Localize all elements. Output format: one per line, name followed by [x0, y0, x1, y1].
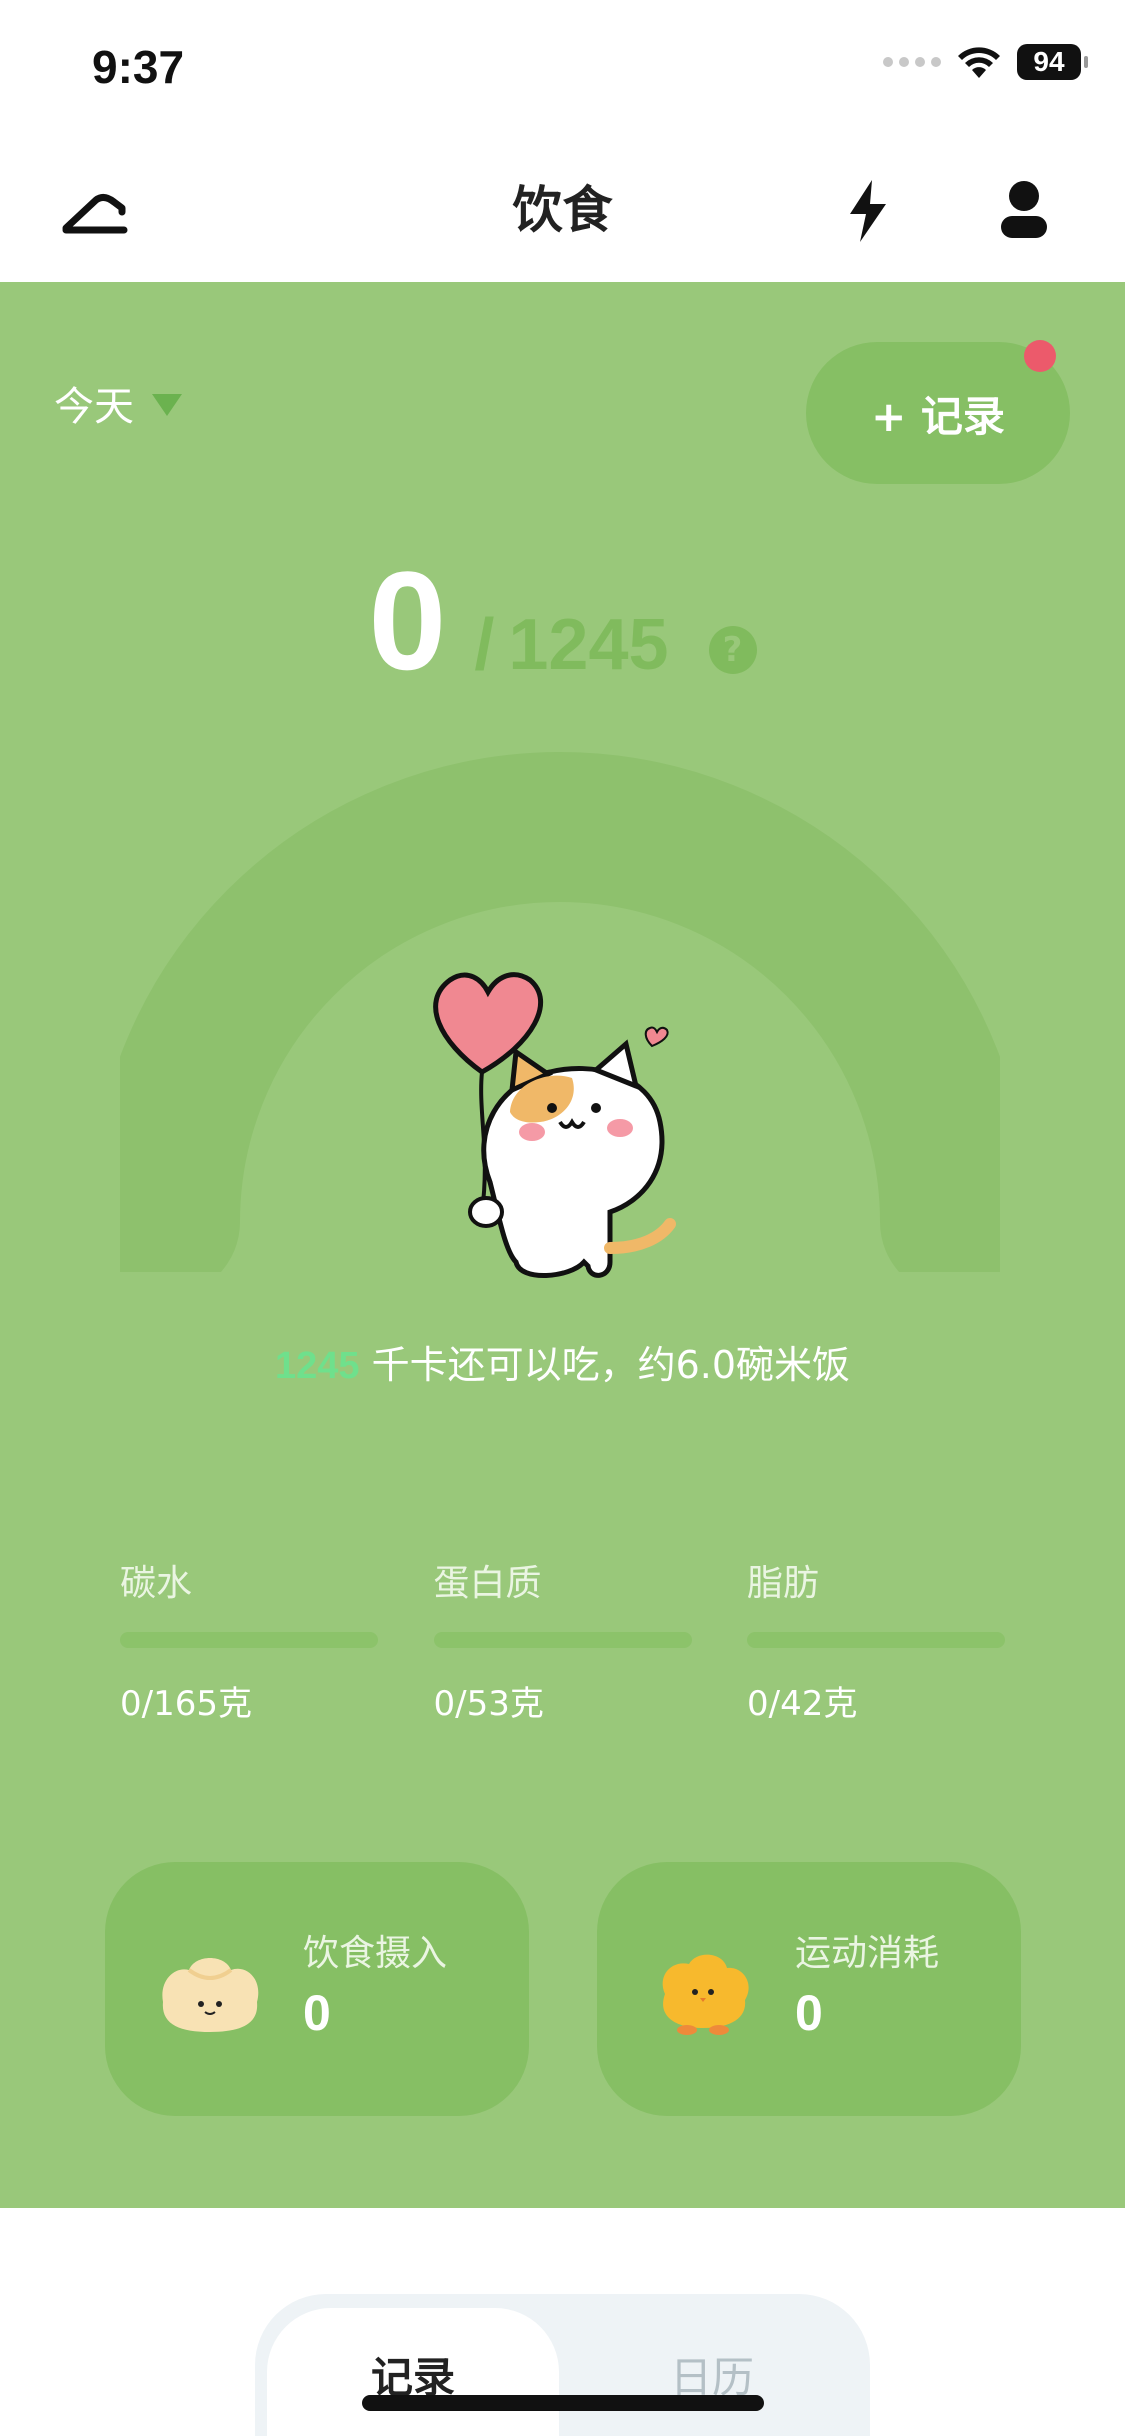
- status-bar: 9:37 94: [0, 0, 1125, 140]
- cat-balloon-illustration: [433, 972, 676, 1278]
- calorie-goal: 1245: [508, 605, 669, 685]
- macro-label: 脂肪: [747, 1563, 820, 1604]
- home-indicator: [362, 2395, 764, 2411]
- lightning-icon[interactable]: [838, 170, 898, 250]
- chick-icon: [662, 1954, 749, 2035]
- macro-progress-bar: [747, 1632, 1005, 1648]
- macro-fat: 脂肪 0/42克: [747, 1554, 1005, 1725]
- remaining-calories-description: 千卡还可以吃，约6.0碗米饭: [371, 1343, 851, 1387]
- wifi-icon: [958, 47, 1000, 78]
- user-profile-icon[interactable]: [994, 170, 1054, 250]
- exercise-burn-value: 0: [795, 1985, 823, 2041]
- food-intake-label: 饮食摄入: [303, 1933, 448, 1974]
- notification-dot: [1024, 340, 1056, 372]
- macro-value: 0/42克: [747, 1684, 858, 1724]
- calorie-panel: 今天 + 记录 0 / 1245 ? 1245 千卡还可以吃，约6.0碗米饭 碳…: [0, 282, 1125, 2208]
- tab-calendar[interactable]: 日历: [566, 2308, 858, 2436]
- macro-label: 蛋白质: [433, 1563, 542, 1604]
- calorie-summary: 0 / 1245 ?: [0, 540, 1125, 702]
- macros-row: 碳水 0/165克 蛋白质 0/53克 脂肪 0/42克: [120, 1554, 1005, 1725]
- status-indicators: 94: [883, 44, 1088, 80]
- macro-progress-bar: [120, 1632, 378, 1648]
- dumpling-icon: [162, 1958, 259, 2032]
- page-title: 饮食: [512, 181, 613, 239]
- remaining-calories-text: 1245 千卡还可以吃，约6.0碗米饭: [0, 1334, 1125, 1389]
- dropdown-triangle-icon: [152, 394, 182, 416]
- macro-protein: 蛋白质 0/53克: [433, 1554, 692, 1725]
- battery-indicator: 94: [1017, 44, 1088, 80]
- remaining-calories-number: 1245: [274, 1345, 360, 1387]
- date-label: 今天: [54, 384, 134, 430]
- date-selector[interactable]: 今天: [54, 374, 182, 432]
- calorie-separator: /: [474, 605, 495, 685]
- cellular-signal-icon: [883, 57, 941, 67]
- tab-record[interactable]: 记录: [267, 2308, 559, 2436]
- macro-progress-bar: [433, 1632, 692, 1648]
- navigation-bar: 饮食: [0, 140, 1125, 282]
- exercise-burn-card[interactable]: 运动消耗 0: [597, 1862, 1021, 2116]
- macro-value: 0/165克: [120, 1684, 252, 1724]
- food-intake-value: 0: [303, 1985, 331, 2041]
- food-intake-card[interactable]: 饮食摄入 0: [105, 1862, 529, 2116]
- macro-carbs: 碳水 0/165克: [120, 1554, 378, 1725]
- help-icon[interactable]: ?: [708, 626, 757, 674]
- status-time: 9:37: [92, 41, 185, 93]
- calories-eaten: 0: [368, 542, 447, 699]
- macro-label: 碳水: [120, 1563, 193, 1604]
- macro-value: 0/53克: [433, 1684, 544, 1724]
- exercise-burn-label: 运动消耗: [795, 1933, 940, 1974]
- bottom-tab-bar: 记录 日历: [255, 2294, 870, 2436]
